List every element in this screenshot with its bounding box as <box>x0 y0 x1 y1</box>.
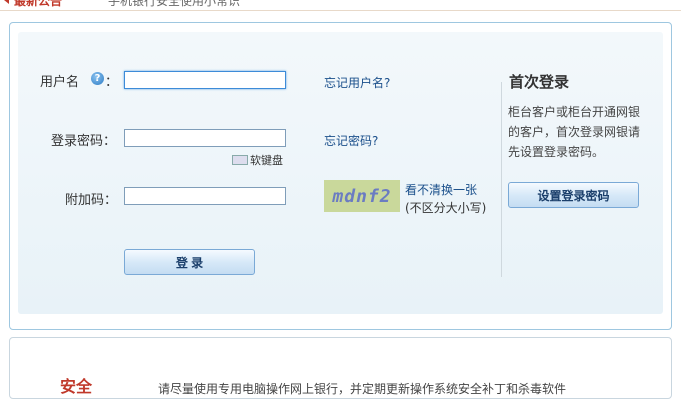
notice-arrow-icon <box>4 0 9 4</box>
username-colon: ： <box>105 75 119 90</box>
notice-bar: 最新公告 手机银行安全使用小常识 <box>0 0 681 11</box>
login-panel: 用户名 ? ： 忘记用户名? 登录密码： 忘记密码? 软键盘 附加码： mdnf… <box>9 22 672 330</box>
security-title: 安全 <box>60 377 93 396</box>
extra-code-label: 附加码： <box>65 193 118 208</box>
set-login-password-button[interactable]: 设置登录密码 <box>508 182 639 208</box>
password-input[interactable] <box>124 129 286 147</box>
soft-keyboard-button[interactable]: 软键盘 <box>232 153 283 167</box>
vertical-divider <box>501 82 502 277</box>
refresh-captcha-link[interactable]: 看不清换一张 <box>405 181 477 198</box>
notice-label: 最新公告 <box>14 0 63 8</box>
username-input[interactable] <box>124 71 286 89</box>
forgot-password-link[interactable]: 忘记密码? <box>324 132 378 149</box>
captcha-image: mdnf2 <box>324 180 400 212</box>
password-label: 登录密码： <box>51 134 117 149</box>
login-panel-inner: 用户名 ? ： 忘记用户名? 登录密码： 忘记密码? 软键盘 附加码： mdnf… <box>18 32 663 314</box>
soft-keyboard-label: 软键盘 <box>250 154 283 167</box>
extra-code-input[interactable] <box>124 187 286 205</box>
captcha-text: mdnf2 <box>332 185 392 207</box>
notice-message-link[interactable]: 手机银行安全使用小常识 <box>108 0 240 9</box>
case-insensitive-hint: (不区分大小写) <box>405 201 487 215</box>
username-label: 用户名 <box>40 75 80 90</box>
first-login-desc-line1: 柜台客户或柜台开通网银 <box>508 105 641 119</box>
forgot-username-link[interactable]: 忘记用户名? <box>324 74 390 91</box>
first-login-title: 首次登录 <box>509 73 570 91</box>
keyboard-icon <box>232 155 248 165</box>
help-icon[interactable]: ? <box>91 72 104 85</box>
first-login-description: 柜台客户或柜台开通网银 的客户，首次登录网银请 先设置登录密码。 <box>508 102 640 162</box>
first-login-desc-line3: 先设置登录密码。 <box>508 145 605 159</box>
login-button[interactable]: 登 录 <box>124 249 255 275</box>
first-login-desc-line2: 的客户，首次登录网银请 <box>508 125 641 139</box>
